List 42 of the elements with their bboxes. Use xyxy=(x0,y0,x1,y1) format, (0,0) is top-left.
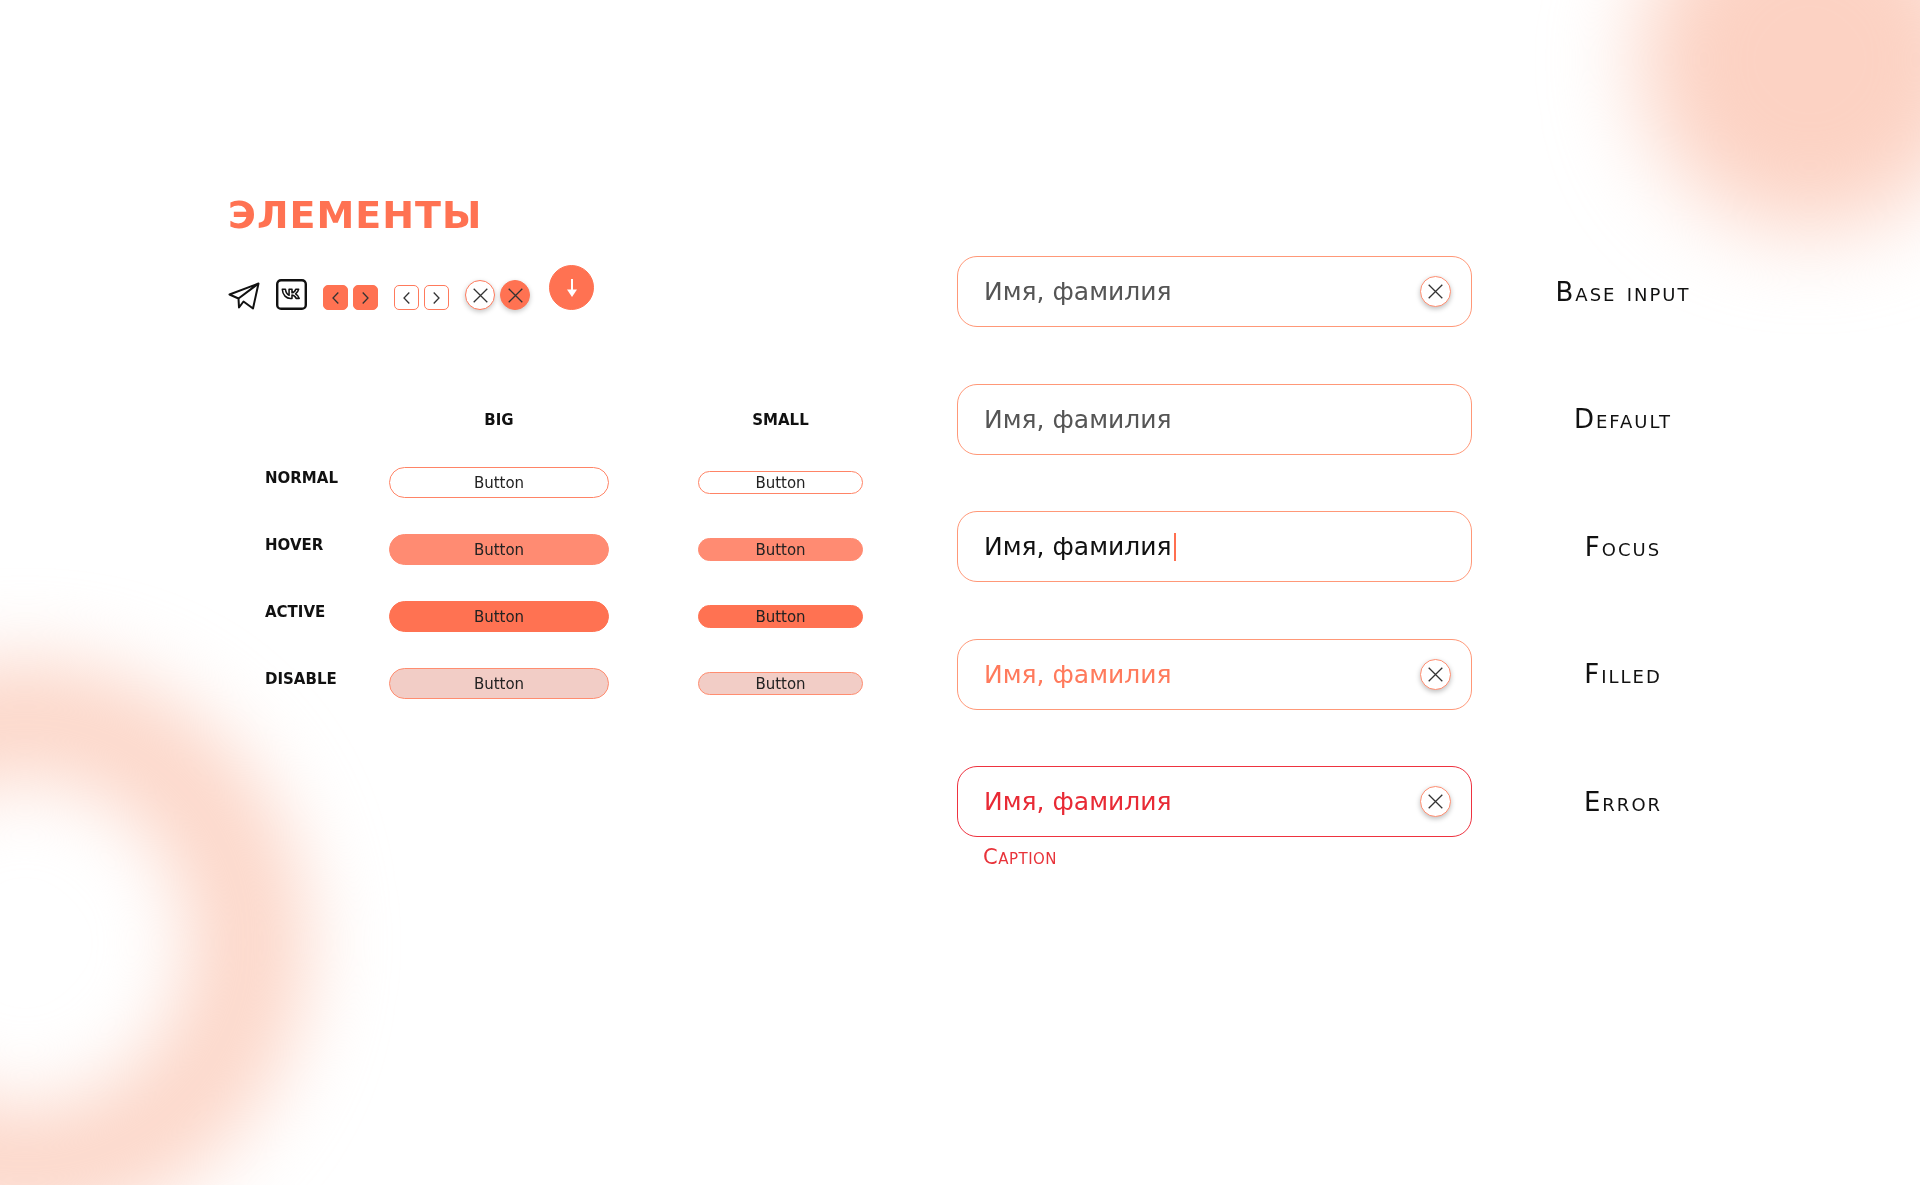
sample-button[interactable]: Button xyxy=(389,601,609,632)
close-icon xyxy=(1428,284,1443,299)
text-field[interactable]: Имя, фамилия xyxy=(957,256,1472,327)
paper-plane-icon[interactable] xyxy=(228,282,260,310)
page-title: ЭЛЕМЕНТЫ xyxy=(228,192,483,238)
state-label: Base input xyxy=(1555,276,1691,307)
state-label: Error xyxy=(1583,786,1663,817)
column-header: BIG xyxy=(484,411,514,429)
previous-button[interactable] xyxy=(394,285,419,310)
next-button[interactable] xyxy=(353,285,378,310)
text-field[interactable]: Имя, фамилия xyxy=(957,766,1472,837)
chevron-left-icon xyxy=(403,291,410,304)
state-label: Focus xyxy=(1584,531,1662,562)
sample-button[interactable]: Button xyxy=(389,467,609,498)
sample-button[interactable]: Button xyxy=(389,534,609,565)
chevron-right-icon xyxy=(362,291,369,304)
row-label: ACTIVE xyxy=(265,602,326,621)
sample-button[interactable]: Button xyxy=(698,538,863,561)
next-button[interactable] xyxy=(424,285,449,310)
close-icon xyxy=(472,287,488,303)
previous-button[interactable] xyxy=(323,285,348,310)
error-caption: Caption xyxy=(983,845,1058,869)
arrow-down-icon xyxy=(565,278,578,297)
state-label: Filled xyxy=(1584,659,1662,689)
sample-button[interactable]: Button xyxy=(698,605,863,628)
close-icon xyxy=(507,287,523,303)
chevron-right-icon xyxy=(433,291,440,304)
close-icon xyxy=(1428,794,1443,809)
row-label: NORMAL xyxy=(265,468,338,487)
column-header: SMALL xyxy=(752,411,809,429)
text-field[interactable]: Имя, фамилия xyxy=(957,383,1472,455)
close-button[interactable] xyxy=(500,280,530,310)
vk-logo-icon[interactable] xyxy=(276,279,307,310)
scroll-down-button[interactable] xyxy=(549,265,594,310)
sample-button[interactable]: Button xyxy=(698,471,863,494)
close-button[interactable] xyxy=(465,280,495,310)
chevron-left-icon xyxy=(332,291,339,304)
state-label: Default xyxy=(1573,404,1673,434)
row-label: DISABLE xyxy=(265,669,337,688)
row-label: HOVER xyxy=(265,535,324,554)
text-field[interactable]: Имя, фамилия xyxy=(957,511,1472,582)
close-icon xyxy=(1428,666,1443,682)
